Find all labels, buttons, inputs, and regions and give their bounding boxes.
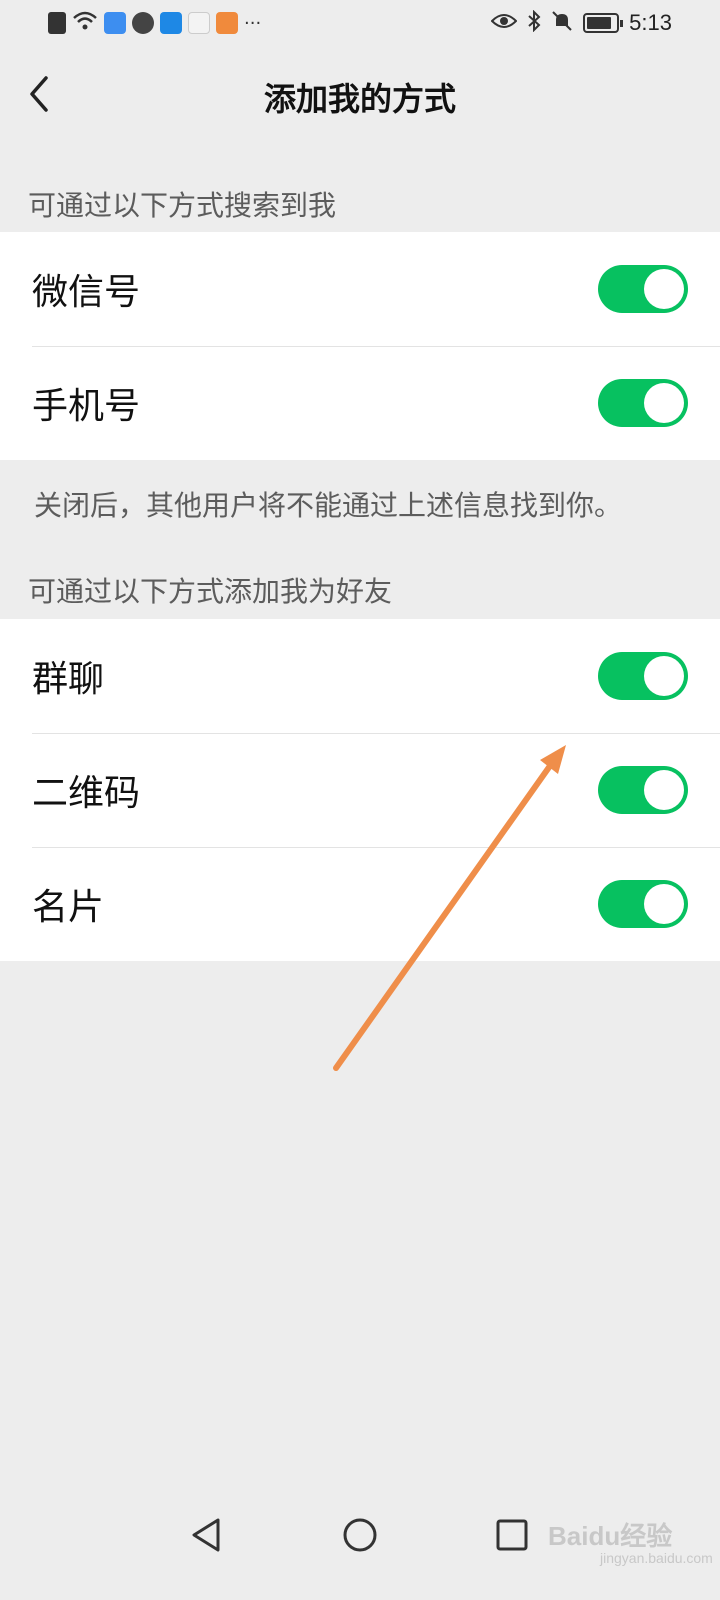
watermark-subtext: jingyan.baidu.com (600, 1550, 713, 1566)
add-section-header: 可通过以下方式添加我为好友 (28, 575, 393, 608)
status-time: 5:13 (629, 10, 672, 35)
system-home-button[interactable] (335, 1510, 385, 1560)
business-card-toggle[interactable] (598, 880, 688, 928)
eye-icon (490, 12, 518, 34)
page-title: 添加我的方式 (263, 80, 456, 118)
search-hint-text: 关闭后，其他用户将不能通过上述信息找到你。 (34, 489, 623, 522)
bird-app-icon (188, 12, 210, 34)
list-item-phone-number: 手机号 (0, 346, 720, 460)
status-right-icons: 5:13 (490, 9, 672, 36)
battery-icon (583, 13, 624, 33)
status-bar: ··· 5:13 (0, 0, 720, 46)
cloud-app-icon (104, 12, 126, 34)
mute-bell-icon (551, 10, 573, 36)
group-chat-label: 群聊 (32, 659, 105, 700)
group-chat-toggle[interactable] (598, 652, 688, 700)
toggle-knob (644, 770, 684, 810)
add-friend-settings-group: 群聊 二维码 名片 (0, 619, 720, 961)
qr-code-toggle[interactable] (598, 766, 688, 814)
status-left-icons: ··· (48, 10, 261, 36)
phone-number-toggle[interactable] (598, 379, 688, 427)
back-triangle-icon (192, 1518, 220, 1552)
wechat-id-label: 微信号 (32, 272, 141, 313)
alert-icon (48, 12, 66, 34)
list-item-qr-code: 二维码 (0, 733, 720, 847)
wifi-icon (72, 10, 98, 36)
toggle-knob (644, 656, 684, 696)
toggle-knob (644, 884, 684, 924)
system-back-button[interactable] (182, 1510, 232, 1560)
weather-app-icon (160, 12, 182, 34)
nav-bar: 添加我的方式 (0, 50, 720, 140)
recents-square-icon (496, 1519, 528, 1551)
browser-icon (132, 12, 154, 34)
list-item-business-card: 名片 (0, 847, 720, 961)
system-recents-button[interactable] (487, 1510, 537, 1560)
bluetooth-icon (527, 9, 541, 36)
video-app-icon (216, 12, 238, 34)
qr-code-label: 二维码 (32, 773, 141, 814)
toggle-knob (644, 269, 684, 309)
home-circle-icon (343, 1518, 377, 1552)
more-icon: ··· (244, 12, 262, 34)
search-section-header: 可通过以下方式搜索到我 (28, 189, 337, 222)
list-item-group-chat: 群聊 (0, 619, 720, 733)
phone-number-label: 手机号 (32, 386, 141, 427)
watermark: Baidu经验 (548, 1521, 673, 1551)
wechat-id-toggle[interactable] (598, 265, 688, 313)
list-item-wechat-id: 微信号 (0, 232, 720, 346)
toggle-knob (644, 383, 684, 423)
search-settings-group: 微信号 手机号 (0, 232, 720, 460)
business-card-label: 名片 (32, 887, 105, 928)
